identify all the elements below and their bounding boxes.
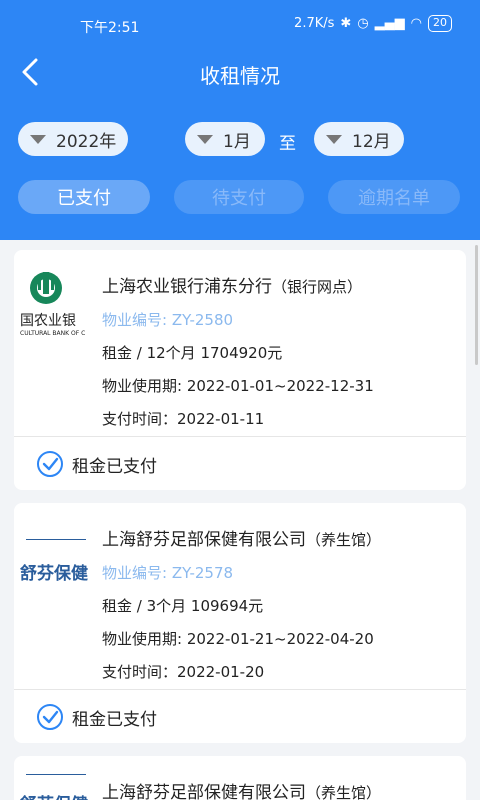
wifi-icon: ◠ (410, 16, 422, 31)
tab-pending[interactable]: 待支付 (174, 180, 304, 214)
company-name: 上海农业银行浦东分行（银行网点） (102, 272, 462, 297)
property-number: 物业编号: ZY-2580 (102, 311, 234, 329)
usage-period: 物业使用期: 2022-01-01~2022-12-31 (102, 377, 374, 395)
company-name-text: 上海舒芬足部保健有限公司 (102, 530, 306, 550)
month-from-select[interactable]: 1月 (185, 122, 265, 156)
tab-overdue-list[interactable]: 逾期名单 (328, 180, 460, 214)
check-circle-icon (37, 704, 63, 730)
company-name: 上海舒芬足部保健有限公司（养生馆） (102, 525, 462, 550)
company-logo: 舒芬保健 (20, 521, 96, 597)
company-type: （养生馆） (306, 784, 382, 800)
month-from-value: 1月 (223, 131, 251, 152)
logo-text: 舒芬保健 (20, 564, 88, 584)
rent-card[interactable]: 国农业银 CULTURAL BANK OF C 上海农业银行浦东分行（银行网点）… (14, 250, 466, 490)
logo-text: 国农业银 (20, 313, 76, 329)
logo-rule (26, 774, 86, 775)
battery-icon: 20 (428, 15, 452, 32)
pay-time: 支付时间：2022-01-20 (102, 663, 265, 681)
status-tabs: 已支付 待支付 逾期名单 (0, 180, 480, 214)
month-to-select[interactable]: 12月 (314, 122, 404, 156)
logo-text: 舒芬保健 (20, 790, 88, 800)
status-icons: 2.7K/s ✱ ◷ ▂▄▆ ◠ 20 (294, 15, 452, 32)
company-logo: 舒芬保健 (20, 774, 96, 800)
rent-card[interactable]: 舒芬保健 上海舒芬足部保健有限公司（养生馆） 物业编号: ZY-2578 租金 … (14, 503, 466, 743)
property-number: 物业编号: ZY-2578 (102, 564, 234, 582)
alarm-icon: ◷ (357, 16, 369, 31)
year-select[interactable]: 2022年 (18, 122, 128, 156)
check-circle-icon (37, 451, 63, 477)
year-value: 2022年 (56, 131, 117, 152)
bluetooth-icon: ✱ (340, 16, 352, 31)
company-type: （养生馆） (306, 531, 382, 549)
page-title: 收租情况 (200, 64, 280, 88)
logo-rule (26, 539, 86, 540)
rent-amount: 租金 / 12个月 1704920元 (102, 344, 283, 362)
scrollbar[interactable] (475, 245, 478, 365)
usage-period: 物业使用期: 2022-01-21~2022-04-20 (102, 630, 374, 648)
caret-down-icon (30, 134, 46, 144)
payment-status: 租金已支付 (36, 703, 157, 731)
navbar: 收租情况 (0, 50, 480, 96)
tab-paid[interactable]: 已支付 (18, 180, 150, 214)
net-speed: 2.7K/s (294, 16, 335, 31)
company-name: 上海舒芬足部保健有限公司（养生馆） (102, 778, 462, 800)
status-bar: 下午2:51 2.7K/s ✱ ◷ ▂▄▆ ◠ 20 (0, 0, 480, 50)
signal-icon: ▂▄▆ (374, 16, 405, 31)
status-text: 租金已支付 (72, 456, 157, 477)
status-time: 下午2:51 (80, 20, 140, 36)
divider (14, 436, 466, 437)
caret-down-icon (326, 134, 342, 144)
month-to-value: 12月 (352, 131, 391, 152)
status-text: 租金已支付 (72, 709, 157, 730)
header: 下午2:51 2.7K/s ✱ ◷ ▂▄▆ ◠ 20 收租情况 2022年 1月… (0, 0, 480, 240)
payment-status: 租金已支付 (36, 450, 157, 478)
caret-down-icon (197, 134, 213, 144)
company-name-text: 上海舒芬足部保健有限公司 (102, 783, 306, 800)
logo-subtext: CULTURAL BANK OF C (20, 330, 86, 337)
date-filters: 2022年 1月 至 12月 (0, 122, 480, 156)
pay-time: 支付时间：2022-01-11 (102, 410, 265, 428)
rent-card[interactable]: 舒芬保健 上海舒芬足部保健有限公司（养生馆） (14, 756, 466, 800)
to-label: 至 (279, 134, 296, 154)
divider (14, 689, 466, 690)
company-type: （银行网点） (272, 278, 363, 296)
bank-logo: 国农业银 CULTURAL BANK OF C (20, 268, 96, 344)
rent-amount: 租金 / 3个月 109694元 (102, 597, 264, 615)
company-name-text: 上海农业银行浦东分行 (102, 277, 272, 297)
